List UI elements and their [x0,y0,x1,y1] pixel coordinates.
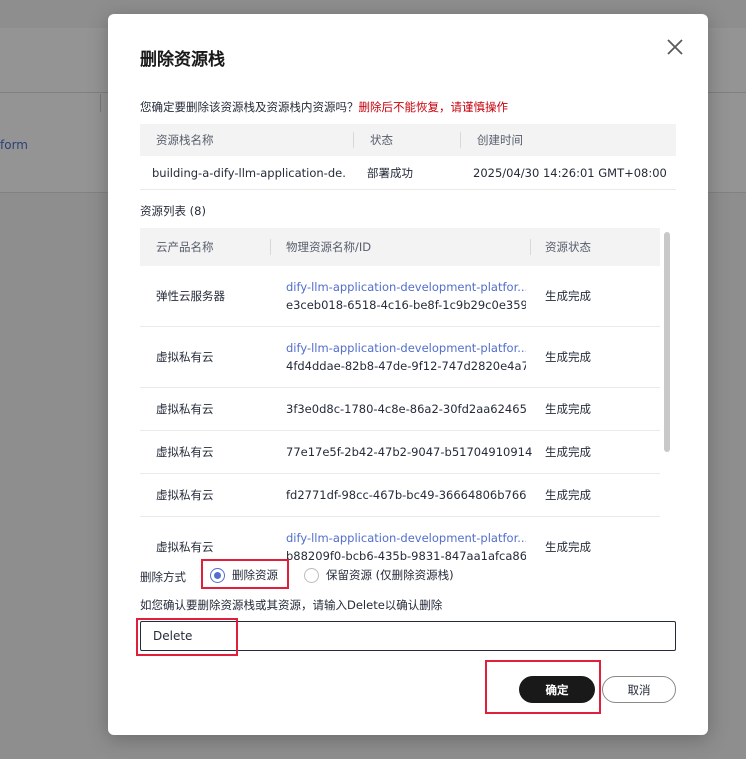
stack-status: 部署成功 [367,165,413,180]
product-name: 弹性云服务器 [156,289,225,303]
column-header-resource-status: 资源状态 [545,240,591,254]
scrollbar-thumb[interactable] [664,232,670,452]
table-row: 虚拟私有云 dify-llm-application-development-p… [140,517,660,562]
radio-label: 保留资源 (仅删除资源栈) [326,568,454,582]
resource-name-link[interactable]: dify-llm-application-development-platfor… [286,278,526,296]
resource-list-label: 资源列表 (8) [140,204,206,218]
resource-status: 生成完成 [545,289,591,303]
product-name: 虚拟私有云 [156,445,214,459]
product-name: 虚拟私有云 [156,350,214,364]
resource-id-cell: dify-llm-application-development-platfor… [286,266,526,326]
product-name: 虚拟私有云 [156,540,214,554]
product-name: 虚拟私有云 [156,488,214,502]
resource-name-link[interactable]: dify-llm-application-development-platfor… [286,339,526,357]
stack-table-header: 资源栈名称 状态 创建时间 [140,124,676,156]
column-separator [530,239,531,255]
column-header-status: 状态 [370,133,393,147]
column-header-stack-name: 资源栈名称 [156,133,214,147]
radio-keep-resources[interactable]: 保留资源 (仅删除资源栈) [304,567,454,583]
close-icon[interactable] [664,36,686,58]
stack-created-time: 2025/04/30 14:26:01 GMT+08:00 [473,165,667,180]
resource-id: b88209f0-bcb6-435b-9831-847aa1afca86 [286,549,526,562]
resource-id-cell: dify-llm-application-development-platfor… [286,517,526,562]
column-separator [460,132,461,148]
resource-id: fd2771df-98cc-467b-bc49-36664806b766 [286,488,527,502]
table-row: 弹性云服务器 dify-llm-application-development-… [140,266,660,327]
stack-name: building-a-dify-llm-application-de... [152,165,347,180]
warning-text: 删除后不能恢复，请谨慎操作 [358,100,509,114]
table-row: 虚拟私有云 3f3e0d8c-1780-4c8e-86a2-30fd2aa624… [140,388,660,431]
resource-id: 3f3e0d8c-1780-4c8e-86a2-30fd2aa62465 [286,402,527,416]
resource-id: 4fd4ddae-82b8-47de-9f12-747d2820e4a7 [286,359,526,373]
stack-table: 资源栈名称 状态 创建时间 building-a-dify-llm-applic… [140,124,676,190]
resource-status: 生成完成 [545,445,591,459]
annotation-box-confirm-button [485,660,601,714]
confirm-question-text: 您确定要删除该资源栈及资源栈内资源吗？ [140,100,359,114]
column-separator [353,132,354,148]
table-row: 虚拟私有云 dify-llm-application-development-p… [140,327,660,388]
resource-id: 77e17e5f-2b42-47b2-9047-b51704910914 [286,445,533,459]
table-row: 虚拟私有云 77e17e5f-2b42-47b2-9047-b517049109… [140,431,660,474]
resource-status: 生成完成 [545,402,591,416]
table-row: 虚拟私有云 fd2771df-98cc-467b-bc49-36664806b7… [140,474,660,517]
delete-mode-label: 删除方式 [140,570,186,584]
confirm-hint: 如您确认要删除资源栈或其资源，请输入Delete以确认删除 [140,598,443,612]
cancel-button[interactable]: 取消 [602,676,676,703]
resource-table[interactable]: 云产品名称 物理资源名称/ID 资源状态 弹性云服务器 dify-llm-app… [140,228,660,562]
confirm-question: 您确定要删除该资源栈及资源栈内资源吗？删除后不能恢复，请谨慎操作 [140,99,508,115]
column-separator [270,239,271,255]
table-row: building-a-dify-llm-application-de... 部署… [140,156,676,190]
radio-unchecked-icon [304,567,319,583]
resource-id: e3ceb018-6518-4c16-be8f-1c9b29c0e359 [286,298,526,312]
dialog-title: 删除资源栈 [140,50,225,70]
column-header-product: 云产品名称 [156,240,214,254]
resource-status: 生成完成 [545,350,591,364]
resource-status: 生成完成 [545,488,591,502]
annotation-box-confirm-input [136,618,238,656]
product-name: 虚拟私有云 [156,402,214,416]
resource-status: 生成完成 [545,540,591,554]
annotation-box-delete-option [201,559,289,589]
column-header-resource-id: 物理资源名称/ID [286,240,372,254]
resource-name-link[interactable]: dify-llm-application-development-platfor… [286,529,526,547]
resource-id-cell: dify-llm-application-development-platfor… [286,327,526,387]
column-header-created: 创建时间 [477,133,523,147]
resource-table-header: 云产品名称 物理资源名称/ID 资源状态 [140,228,660,266]
